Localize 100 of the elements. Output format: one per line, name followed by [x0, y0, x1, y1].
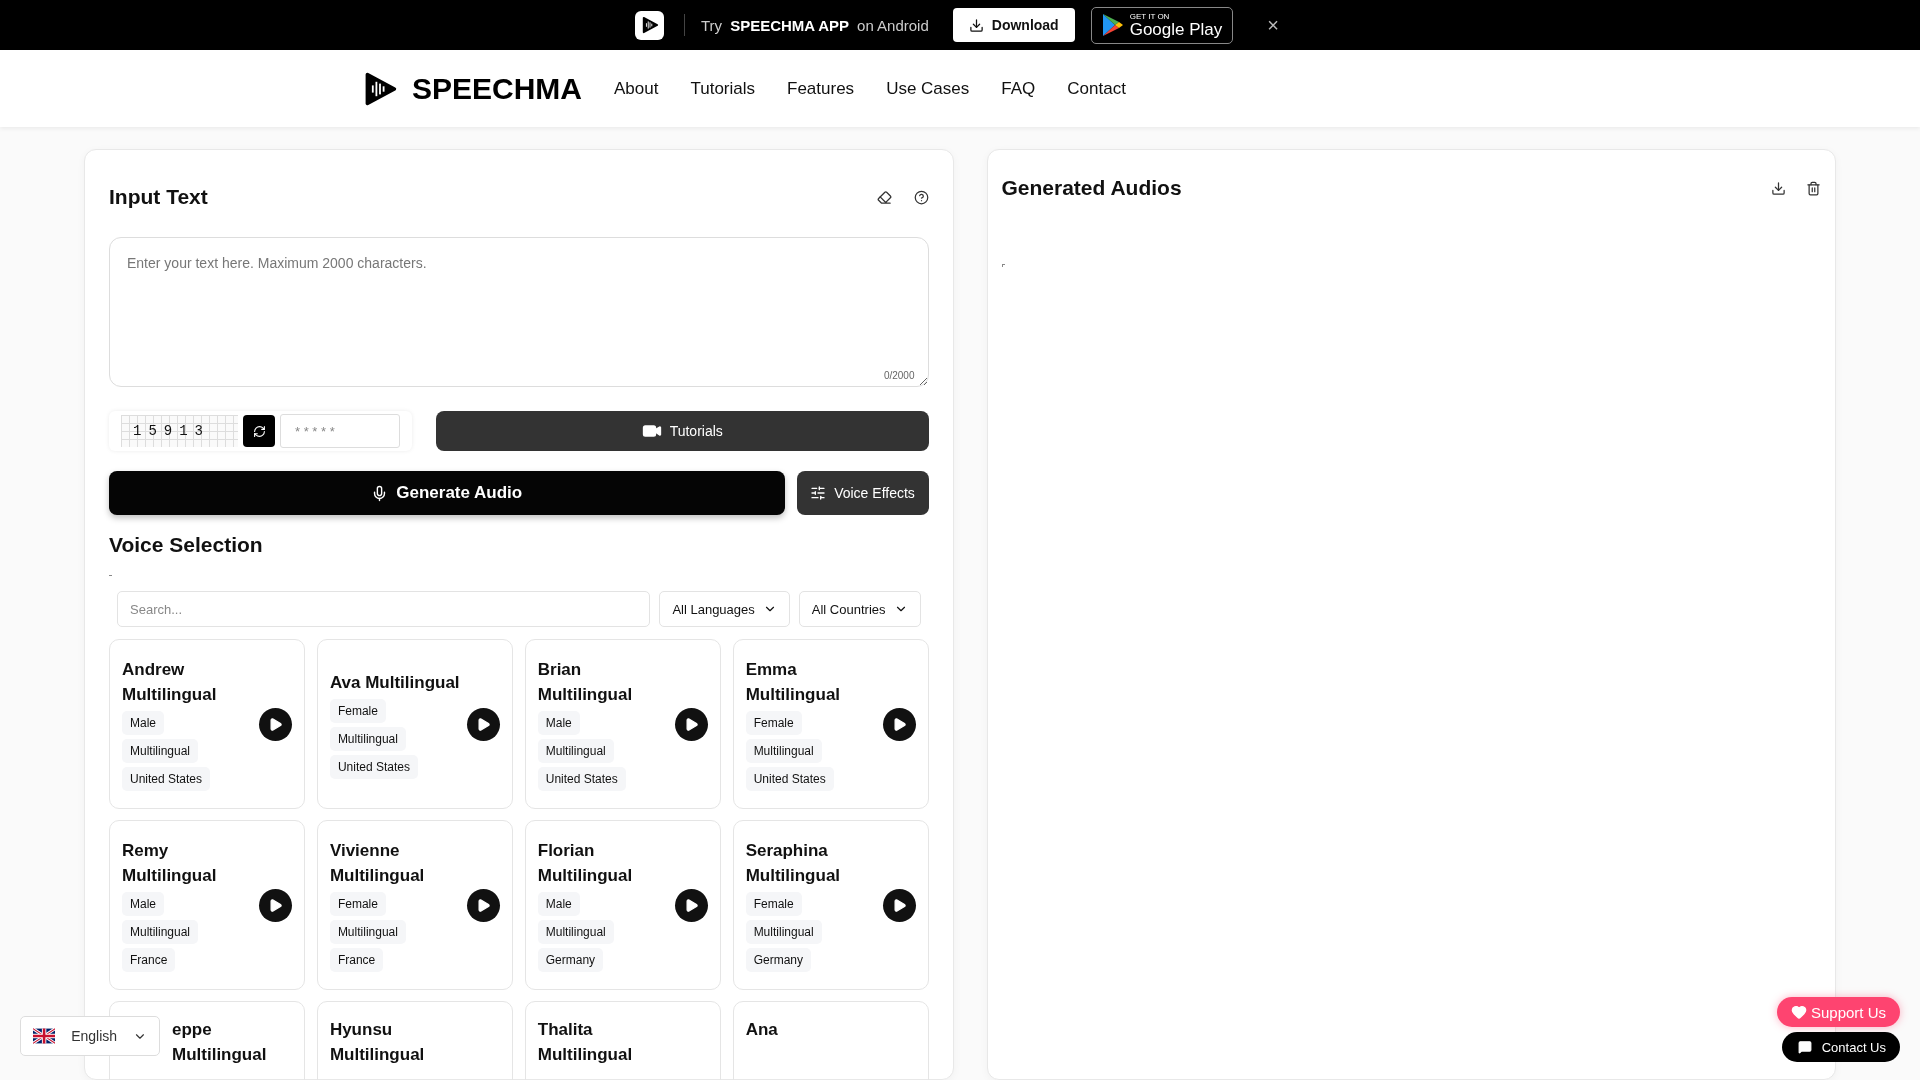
play-button[interactable] [674, 888, 708, 922]
voice-tag: Female [745, 892, 802, 916]
voice-tag: Female [745, 711, 802, 735]
captcha-image: 15913 [121, 415, 238, 447]
download-icon [968, 17, 984, 33]
voice-tag: Female [329, 698, 386, 723]
voice-tag: France [122, 948, 176, 972]
promo-text: Try [701, 16, 723, 34]
voice-tag: Multilingual [329, 920, 406, 944]
eraser-icon[interactable] [876, 189, 892, 205]
character-counter: 0/2000 [883, 370, 915, 381]
captcha-field[interactable]: * * * * * [280, 414, 400, 448]
play-icon [267, 897, 283, 913]
chat-icon [1797, 1040, 1812, 1054]
play-store-icon [1101, 13, 1124, 37]
help-icon[interactable] [913, 189, 929, 205]
panel-title: Input Text [109, 185, 208, 209]
voice-tag: United States [122, 767, 211, 791]
play-icon [891, 716, 907, 732]
voice-tag: Multilingual [122, 920, 199, 944]
voice-tag: United States [537, 767, 626, 791]
play-button[interactable] [882, 888, 916, 922]
search-field[interactable]: Search... [117, 591, 651, 627]
voice-tag: Male [122, 711, 164, 735]
platform-text: on Android [857, 16, 929, 34]
brand-logo[interactable]: SPEECHMA [362, 70, 583, 107]
voice-name: Brian Multilingual [537, 659, 634, 706]
play-icon [267, 716, 283, 732]
refresh-button[interactable] [243, 415, 275, 447]
voice-card[interactable]: Brian Multilingual Male Multilingual United States [524, 639, 721, 809]
voice-card[interactable]: Seraphina Multilingual Female Multilingual Germany [732, 820, 929, 990]
download-button[interactable]: Download [952, 8, 1075, 42]
play-button[interactable] [674, 707, 708, 741]
language-menu[interactable]: English [20, 1016, 160, 1056]
voice-tag: United States [329, 754, 418, 779]
play-icon [475, 897, 491, 913]
voice-tag: Germany [537, 948, 604, 972]
voice-name: Ava Multilingual [329, 671, 460, 694]
voice-tag: Multilingual [745, 920, 822, 944]
voice-name: Vivienne Multilingual [329, 840, 426, 887]
play-button[interactable] [882, 707, 916, 741]
voice-name: Seraphina Multilingual [745, 840, 842, 887]
voice-name: Remy Multilingual [122, 840, 218, 887]
panel-title: Generated Audios [1001, 176, 1182, 200]
voice-tag: Multilingual [122, 739, 199, 763]
play-button[interactable] [258, 888, 292, 922]
voice-card[interactable]: Andrew Multilingual Male Multilingual United States [109, 639, 305, 809]
voice-card[interactable]: Vivienne Multilingual Female Multilingual France [316, 820, 513, 990]
section-title: Voice Selection [109, 533, 264, 557]
voice-tag: United States [745, 767, 834, 791]
voice-card[interactable]: Ana [732, 1001, 929, 1080]
voice-card[interactable]: Ava Multilingual Female Multilingual United States [316, 639, 513, 809]
voice-card[interactable]: Thalita Multilingual [524, 1001, 721, 1080]
play-button[interactable] [466, 888, 500, 922]
voice-name: Emma Multilingual [745, 659, 842, 706]
voice-tag: Multilingual [329, 726, 406, 751]
nav-link[interactable]: Tutorials [690, 78, 756, 99]
voice-tag: Germany [745, 948, 811, 972]
close-button[interactable]: × [1261, 12, 1285, 38]
country-filter[interactable]: All Countries [798, 591, 921, 627]
voice-name: Andrew Multilingual [122, 659, 218, 706]
generate-audio-button[interactable]: Generate Audio [109, 471, 785, 515]
nav-link[interactable]: Features [787, 78, 855, 99]
nav-link[interactable]: About [614, 78, 659, 99]
voice-card[interactable]: Emma Multilingual Female Multilingual United States [732, 639, 929, 809]
voice-tag: Male [122, 892, 164, 916]
voice-name: Thalita Multilingual [537, 1019, 634, 1066]
play-icon [891, 897, 907, 913]
voice-effects-button[interactable]: Voice Effects [796, 471, 929, 515]
logo-icon [640, 16, 659, 34]
contact-button[interactable]: Contact Us [1781, 1032, 1900, 1062]
voice-name: eppe Multilingual [172, 1019, 268, 1066]
voice-tag: France [329, 948, 384, 972]
voice-card[interactable]: Hyunsu Multilingual [316, 1001, 513, 1080]
download-icon[interactable] [1771, 180, 1786, 196]
play-button[interactable] [258, 707, 292, 741]
voice-tag: Multilingual [537, 739, 614, 763]
voice-name: Hyunsu Multilingual [329, 1019, 426, 1066]
sliders-icon [810, 485, 827, 501]
voice-tag: Male [537, 892, 580, 916]
app-icon[interactable] [635, 10, 664, 40]
nav-link[interactable]: Contact [1067, 78, 1126, 99]
play-icon [475, 716, 491, 732]
google-play-badge[interactable]: GET IT ON Google Play [1090, 6, 1234, 44]
refresh-icon [252, 424, 266, 438]
play-button[interactable] [466, 707, 500, 741]
voice-name: Florian Multilingual [537, 840, 634, 887]
voice-card[interactable]: Remy Multilingual Male Multilingual France [109, 820, 305, 990]
voice-tag: Female [329, 892, 386, 916]
voice-name: Ana [745, 1019, 778, 1041]
nav-link[interactable]: FAQ [1001, 78, 1036, 99]
app-name: SPEECHMA APP [730, 16, 850, 34]
voice-card[interactable]: Florian Multilingual Male Multilingual Germany [524, 820, 721, 990]
nav-link[interactable]: Use Cases [886, 78, 970, 99]
language-filter[interactable]: All Languages [659, 591, 790, 627]
voice-tag: Male [537, 711, 580, 735]
voice-tag: Multilingual [537, 920, 614, 944]
tutorials-button[interactable]: Tutorials [436, 411, 929, 451]
heart-icon [1790, 1004, 1807, 1020]
trash-icon[interactable] [1806, 180, 1821, 196]
